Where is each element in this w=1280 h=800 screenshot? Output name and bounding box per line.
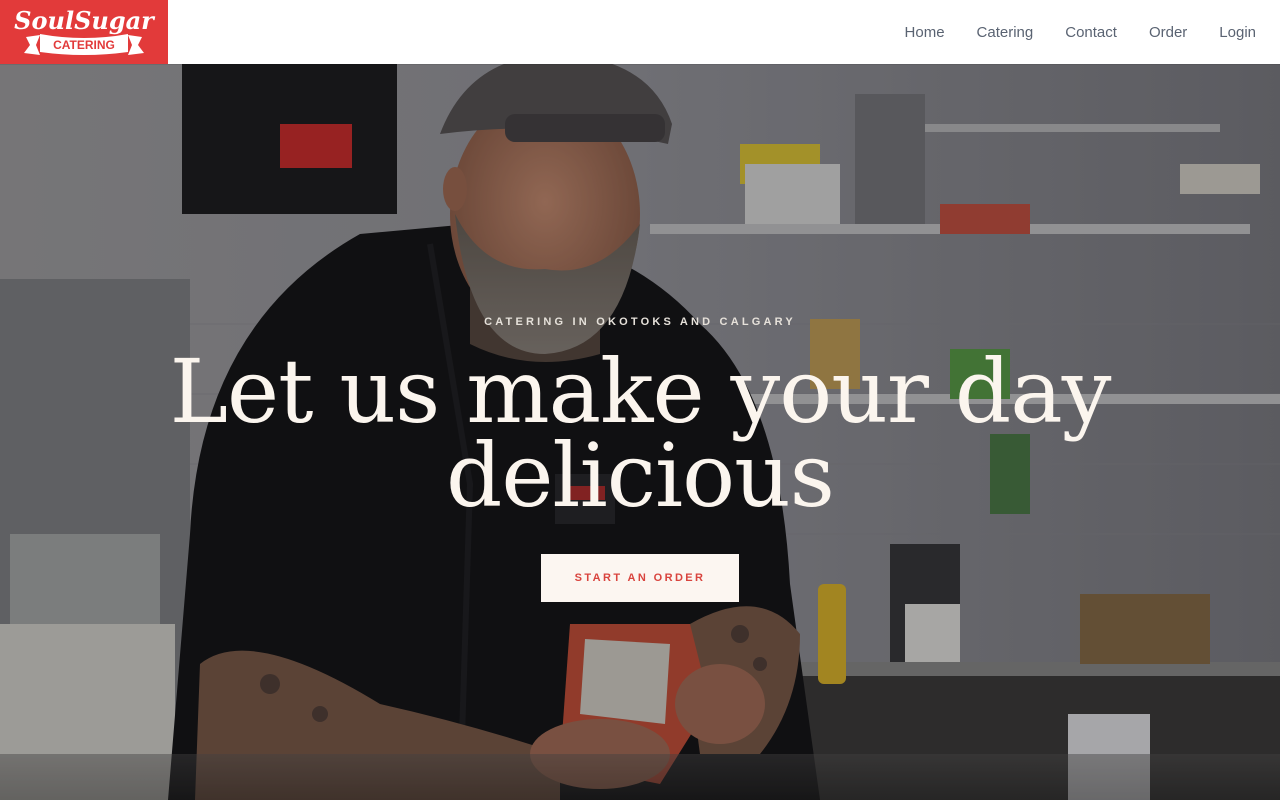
hero-content: CATERING IN OKOTOKS AND CALGARY Let us m… xyxy=(0,316,1280,602)
site-header: SoulSugar CATERING Home Catering Contact… xyxy=(0,0,1280,64)
nav-order[interactable]: Order xyxy=(1149,24,1187,41)
logo-graphic: SoulSugar CATERING xyxy=(0,0,168,64)
hero-section: CATERING IN OKOTOKS AND CALGARY Let us m… xyxy=(0,64,1280,800)
main-nav: Home Catering Contact Order Login xyxy=(897,0,1280,64)
soulsugar-logo[interactable]: SoulSugar CATERING xyxy=(0,0,168,64)
nav-login[interactable]: Login xyxy=(1219,24,1256,41)
logo-script-text: SoulSugar xyxy=(14,6,156,35)
hero-headline: Let us make your day delicious xyxy=(150,348,1130,520)
hero-headline-line2: delicious xyxy=(446,424,835,527)
nav-home[interactable]: Home xyxy=(905,24,945,41)
logo-banner-text: CATERING xyxy=(53,38,115,52)
nav-contact[interactable]: Contact xyxy=(1065,24,1117,41)
nav-catering[interactable]: Catering xyxy=(977,24,1034,41)
hero-eyebrow: CATERING IN OKOTOKS AND CALGARY xyxy=(484,316,796,328)
start-order-button[interactable]: START AN ORDER xyxy=(540,554,740,602)
